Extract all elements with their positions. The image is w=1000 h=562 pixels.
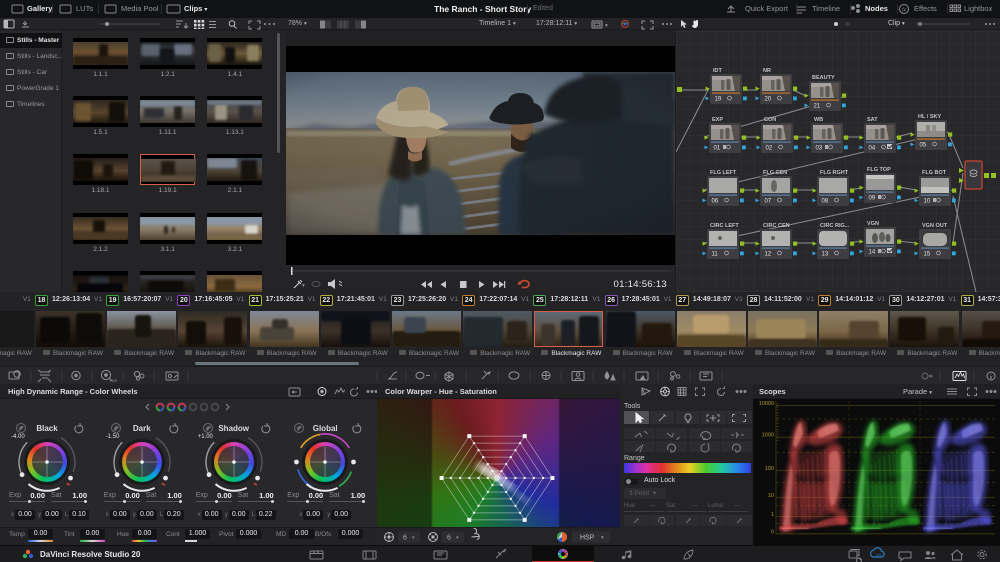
svg-text:04: 04	[869, 146, 876, 152]
svg-text:▾: ▾	[601, 535, 604, 541]
svg-text:1000: 1000	[762, 433, 774, 439]
svg-text:NR: NR	[763, 68, 771, 74]
svg-text:CIRC CEN: CIRC CEN	[763, 223, 790, 229]
svg-text:15: 15	[924, 252, 931, 258]
svg-text:20: 20	[765, 97, 772, 103]
svg-text:HDR: HDR	[110, 379, 118, 383]
svg-text:VGN OUT: VGN OUT	[922, 223, 948, 229]
svg-text:▾: ▾	[605, 23, 608, 29]
svg-text:1: 1	[771, 512, 774, 518]
svg-text:06: 06	[712, 199, 719, 205]
svg-text:02: 02	[766, 146, 773, 152]
svg-text:05: 05	[920, 143, 927, 149]
svg-text:11: 11	[712, 252, 719, 258]
svg-text:10000: 10000	[759, 401, 774, 407]
svg-text:0: 0	[771, 529, 774, 535]
svg-text:FLG LEFT: FLG LEFT	[710, 170, 737, 176]
svg-text:13: 13	[822, 252, 829, 258]
svg-text:CIRC RIG...: CIRC RIG...	[820, 223, 850, 229]
svg-text:12: 12	[765, 252, 772, 258]
svg-text:CIRC LEFT: CIRC LEFT	[710, 223, 739, 229]
svg-text:19: 19	[715, 97, 722, 103]
svg-text:10: 10	[768, 493, 774, 499]
svg-text:100: 100	[765, 466, 774, 472]
svg-text:HSP: HSP	[580, 535, 595, 542]
svg-text:FLG RGHT: FLG RGHT	[820, 170, 849, 176]
svg-text:09: 09	[869, 196, 876, 202]
svg-text:HL / SKY: HL / SKY	[918, 114, 941, 120]
svg-text:20: 20	[876, 553, 882, 558]
svg-text:08: 08	[822, 199, 829, 205]
svg-text:FLG CEN: FLG CEN	[763, 170, 787, 176]
svg-text:fx: fx	[902, 8, 906, 14]
svg-text:01: 01	[714, 146, 721, 152]
svg-text:21: 21	[814, 104, 821, 110]
svg-text:07: 07	[765, 199, 772, 205]
svg-text:10: 10	[924, 199, 931, 205]
svg-text:SAT: SAT	[867, 117, 878, 123]
svg-text:FLG TOP: FLG TOP	[867, 167, 891, 173]
svg-text:FLG BOT: FLG BOT	[922, 170, 947, 176]
svg-text:WB: WB	[814, 117, 823, 123]
svg-text:BEAUTY: BEAUTY	[812, 75, 835, 81]
svg-text:▾: ▾	[302, 283, 305, 289]
svg-text:14: 14	[869, 250, 876, 256]
svg-text:CON: CON	[764, 117, 776, 123]
svg-text:IDT: IDT	[713, 68, 723, 74]
svg-text:6: 6	[403, 535, 407, 542]
svg-text:EXP: EXP	[712, 117, 723, 123]
svg-text:VGN: VGN	[867, 221, 879, 227]
svg-text:6: 6	[447, 535, 451, 542]
svg-text:03: 03	[816, 146, 823, 152]
